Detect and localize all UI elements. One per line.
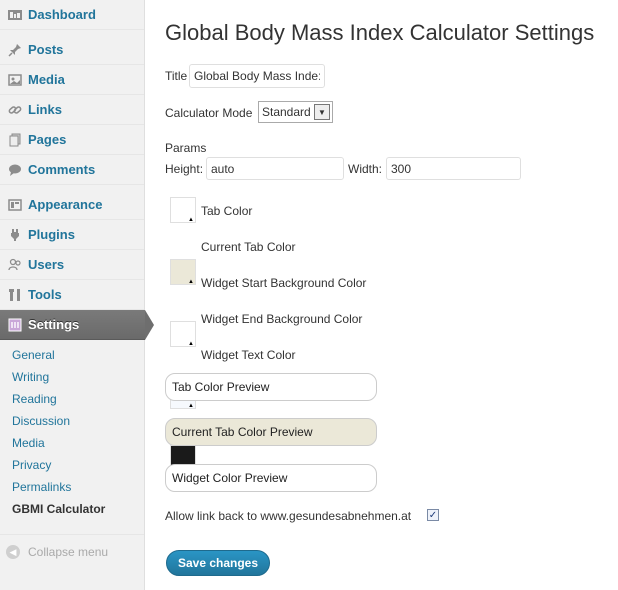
link-icon — [6, 101, 24, 119]
width-label: Width: — [348, 162, 383, 176]
settings-icon — [6, 316, 24, 334]
current-tab-color-label: Current Tab Color — [201, 240, 296, 254]
calculator-mode-value: Standard — [262, 105, 311, 119]
dashboard-icon — [6, 6, 24, 24]
tools-icon — [6, 286, 24, 304]
sidebar-item-label: Users — [28, 257, 65, 272]
sidebar-item-label: Media — [28, 72, 65, 87]
sidebar-item-label: Settings — [28, 317, 80, 332]
current-tab-color-swatch[interactable] — [170, 259, 196, 285]
widget-color-preview-label: Widget Color Preview — [172, 471, 288, 485]
pages-icon — [6, 131, 24, 149]
sidebar-item-tools[interactable]: Tools — [0, 280, 144, 310]
plugin-icon — [6, 226, 24, 244]
width-input[interactable] — [386, 157, 521, 180]
sidebar-item-media[interactable]: Media — [0, 65, 144, 95]
page-title: Global Body Mass Index Calculator Settin… — [165, 20, 595, 45]
submenu-item-media[interactable]: Media — [0, 432, 144, 454]
tab-color-preview: Tab Color Preview — [165, 373, 377, 401]
media-icon — [6, 71, 24, 89]
current-tab-color-preview-label: Current Tab Color Preview — [172, 425, 313, 439]
sidebar-item-pages[interactable]: Pages — [0, 125, 144, 155]
save-changes-button[interactable]: Save changes — [166, 550, 270, 576]
pin-icon — [6, 41, 24, 59]
sidebar-item-label: Dashboard — [28, 7, 96, 22]
sidebar-item-comments[interactable]: Comments — [0, 155, 144, 185]
submenu-item-discussion[interactable]: Discussion — [0, 410, 144, 432]
dropdown-arrow-icon: ▼ — [314, 104, 330, 120]
title-input[interactable] — [189, 64, 325, 88]
height-label: Height: — [165, 162, 204, 176]
sidebar-item-label: Links — [28, 102, 62, 117]
sidebar-item-label: Plugins — [28, 227, 75, 242]
collapse-menu-label: Collapse menu — [28, 545, 109, 559]
calculator-mode-label: Calculator Mode — [165, 106, 253, 120]
sidebar-item-label: Comments — [28, 162, 96, 177]
title-label: Title — [165, 69, 188, 83]
height-input[interactable] — [206, 157, 344, 180]
tab-color-preview-label: Tab Color Preview — [172, 380, 270, 394]
admin-sidebar: Dashboard Posts Media Links Pages Commen… — [0, 0, 154, 590]
widget-start-bg-color-label: Widget Start Background Color — [201, 276, 367, 290]
collapse-menu-button[interactable]: ◀ Collapse menu — [0, 534, 144, 563]
submenu-item-privacy[interactable]: Privacy — [0, 454, 144, 476]
submenu-item-general[interactable]: General — [0, 344, 144, 366]
current-tab-color-preview: Current Tab Color Preview — [165, 418, 377, 446]
users-icon — [6, 256, 24, 274]
sidebar-item-users[interactable]: Users — [0, 250, 144, 280]
widget-end-bg-color-label: Widget End Background Color — [201, 312, 363, 326]
sidebar-item-appearance[interactable]: Appearance — [0, 190, 144, 220]
widget-start-bg-color-swatch[interactable] — [170, 321, 196, 347]
save-changes-label: Save changes — [177, 556, 259, 570]
sidebar-item-links[interactable]: Links — [0, 95, 144, 125]
sidebar-item-label: Pages — [28, 132, 67, 147]
sidebar-item-label: Appearance — [28, 197, 103, 212]
settings-submenu: General Writing Reading Discussion Media… — [0, 340, 144, 526]
sidebar-item-settings[interactable]: Settings — [0, 310, 154, 340]
checkmark-icon: ✓ — [428, 509, 438, 521]
comment-icon — [6, 161, 24, 179]
tab-color-swatch[interactable] — [170, 197, 196, 223]
link-back-checkbox[interactable]: ✓ — [427, 509, 439, 521]
tab-color-label: Tab Color — [201, 204, 253, 218]
submenu-item-permalinks[interactable]: Permalinks — [0, 476, 144, 498]
submenu-item-reading[interactable]: Reading — [0, 388, 144, 410]
sidebar-item-dashboard[interactable]: Dashboard — [0, 0, 144, 30]
params-label: Params — [165, 141, 207, 155]
calculator-mode-select[interactable]: Standard ▼ — [258, 101, 333, 123]
settings-form: Global Body Mass Index Calculator Settin… — [165, 0, 615, 576]
widget-color-preview: Widget Color Preview — [165, 464, 377, 492]
sidebar-item-plugins[interactable]: Plugins — [0, 220, 144, 250]
sidebar-item-label: Posts — [28, 42, 64, 57]
appearance-icon — [6, 196, 24, 214]
widget-text-color-label: Widget Text Color — [201, 348, 296, 362]
link-back-label: Allow link back to www.gesundesabnehmen.… — [165, 509, 412, 523]
sidebar-item-posts[interactable]: Posts — [0, 35, 144, 65]
submenu-item-writing[interactable]: Writing — [0, 366, 144, 388]
sidebar-item-label: Tools — [28, 287, 62, 302]
collapse-arrow-icon: ◀ — [6, 545, 20, 559]
submenu-item-gbmi-calculator[interactable]: GBMI Calculator — [0, 498, 144, 520]
